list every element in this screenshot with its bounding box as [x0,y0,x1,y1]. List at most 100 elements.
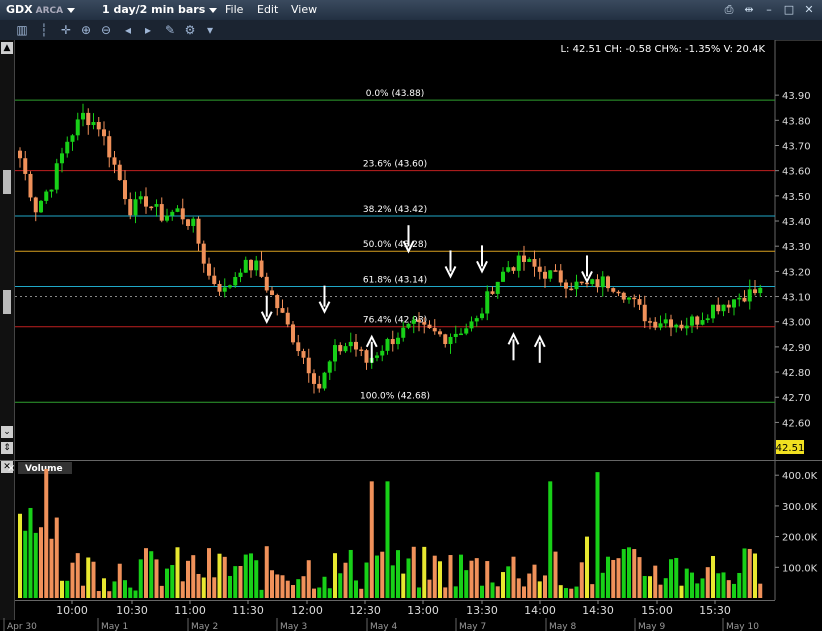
chevron-down-icon [67,7,76,13]
candle-body [222,287,227,292]
candle-body [306,357,311,374]
candle-body [201,243,206,264]
candle-body [758,287,763,294]
candle-body [175,208,180,212]
volume-bar [422,546,427,598]
volume-bar [212,577,217,598]
candle-body [327,361,332,373]
candle-body [669,319,673,328]
volume-bar [301,576,306,598]
volume-bar [453,586,458,598]
menu-edit[interactable]: Edit [257,0,278,20]
volume-chart[interactable]: × Volume 400.0K 300.0K 200.0K 100.0K [0,460,822,600]
candle-body [432,328,437,332]
candle-body [249,259,253,271]
candle-body [438,331,442,335]
fib-label: 100.0% (42.68) [360,391,430,401]
chevron-down-icon [209,7,218,13]
close-icon[interactable]: ✕ [802,3,816,17]
y-tick-label: 43.20 [782,267,811,278]
time-label: 15:30 [699,604,731,617]
volume-bar [590,584,595,598]
candle-body [532,259,537,267]
candle-body [459,333,463,336]
symbol-selector[interactable]: GDX ARCA [6,0,76,20]
candle-body [621,292,626,300]
volume-bar [495,586,500,598]
volume-bar [595,472,600,598]
volume-bar [532,564,537,598]
candlestick-icon[interactable]: ┆ [36,22,52,38]
volume-close-icon[interactable]: × [7,463,15,474]
volume-bar [621,549,626,598]
period-selector[interactable]: 1 day/2 min bars [102,0,218,20]
y-tick-label: 43.00 [782,318,811,329]
candle-body [28,173,33,198]
volume-bar [44,469,49,598]
time-labels: 10:00 10:30 11:00 11:30 12:00 12:30 13:00 13:30… [3,600,759,631]
draw-tool-icon[interactable]: ✎ [162,22,178,38]
candle-body [516,255,521,271]
candle-body [359,349,364,351]
candle-body [522,255,526,262]
volume-bar [364,562,369,598]
volume-bar [548,481,553,598]
candle-body [648,321,652,323]
y-tick-label: 42.70 [782,393,811,404]
y-tick-label: 42.90 [782,343,811,354]
candle-body [663,319,668,324]
candle-body [238,272,243,277]
candle-body [275,294,280,309]
volume-bar [721,572,726,598]
volume-bar [674,557,679,598]
volume-bar [474,558,479,598]
menu-file[interactable]: File [225,0,243,20]
volume-bar [385,481,390,598]
price-chart[interactable]: L: 42.51 CH: -0.58 CH%: -1.35% V: 20.4K … [0,40,822,460]
volume-bar [711,555,715,598]
printer-icon[interactable]: ⎙ [722,3,736,17]
time-label: 14:00 [524,604,556,617]
volume-bar [459,554,463,598]
date-label: May 7 [459,622,486,631]
candle-body [180,208,185,220]
volume-bar [574,586,579,598]
scroll-left-icon[interactable]: ◂ [120,22,136,38]
volume-bar [306,560,311,598]
maximize-icon[interactable]: □ [782,3,796,17]
y-tick-label: 43.90 [782,91,811,102]
candle-body [726,304,731,308]
bar-chart-icon[interactable]: ▥ [14,22,30,38]
minimize-icon[interactable]: – [762,3,776,17]
volume-bar [401,573,406,598]
scroll-right-icon[interactable]: ▸ [140,22,156,38]
volume-bar [112,581,117,598]
candle-body [81,112,85,120]
volume-bar [705,567,710,598]
dropdown-icon[interactable]: ▾ [202,22,218,38]
candle-body [742,297,747,302]
candle-body [501,271,505,282]
volume-bar [217,553,222,598]
candle-body [254,260,259,271]
volume-bar [254,560,259,598]
menu-view[interactable]: View [291,0,317,20]
y-tick-label: 43.70 [782,141,811,152]
candle-body [527,259,532,262]
volume-bar [585,536,589,598]
zoom-in-icon[interactable]: ⊕ [78,22,94,38]
candle-body [390,339,395,345]
time-label: 11:30 [232,604,264,617]
settings-icon[interactable]: ⚙ [182,22,198,38]
volume-bar [700,578,705,598]
zoom-out-icon[interactable]: ⊖ [98,22,114,38]
date-label: May 8 [549,622,576,631]
volume-bar [663,578,668,598]
candle-body [506,267,511,272]
candle-body [474,318,479,322]
pin-icon[interactable]: ⇹ [742,3,756,17]
volume-bar [579,562,584,598]
candle-body [396,337,400,345]
crosshair-icon[interactable]: ✛ [58,22,74,38]
candle-body [574,281,579,290]
